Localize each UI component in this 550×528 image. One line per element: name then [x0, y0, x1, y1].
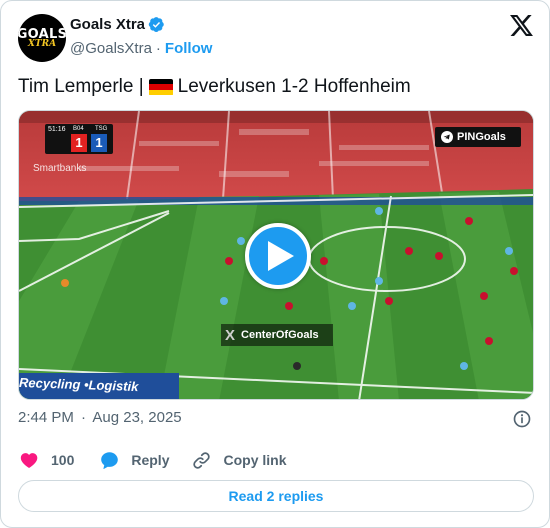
like-count: 100	[51, 452, 75, 468]
home-team-abbr: B04	[73, 126, 84, 132]
tweet-card: GOALS XTRA Goals Xtra @GoalsXtra · Follo…	[0, 0, 550, 528]
action-bar: 100 Reply Copy link	[18, 447, 287, 473]
avatar-logo-subtext: XTRA	[27, 38, 57, 49]
scoreboard: 51:16 B04 TSG 1 1	[45, 124, 113, 154]
like-button[interactable]: 100	[19, 450, 74, 471]
video-thumbnail[interactable]: 51:16 B04 TSG 1 1 Smartbanks PINGoals X …	[18, 110, 534, 400]
reply-label: Reply	[131, 452, 170, 468]
author-handle-row: @GoalsXtra · Follow	[70, 40, 212, 57]
copy-link-button[interactable]: Copy link	[191, 450, 287, 471]
watermark-x-icon: X	[225, 326, 236, 344]
match-clock: 51:16	[48, 126, 66, 133]
post-date: Aug 23, 2025	[92, 409, 182, 426]
timestamp-separator: ·	[81, 409, 87, 426]
tweet-text-part-2: Leverkusen 1-2 Hoffenheim	[177, 76, 411, 97]
handle-separator: ·	[155, 40, 161, 57]
reply-bubble-icon	[101, 451, 119, 469]
info-icon[interactable]	[512, 409, 532, 429]
away-score: 1	[91, 134, 107, 152]
heart-icon	[20, 452, 38, 468]
follow-button[interactable]: Follow	[165, 40, 213, 57]
tweet-text: Tim Lemperle | Leverkusen 1-2 Hoffenheim	[18, 75, 411, 99]
telegram-icon	[441, 131, 453, 143]
copy-link-label: Copy link	[223, 452, 287, 468]
channel-badge: PINGoals	[435, 127, 521, 147]
author-handle[interactable]: @GoalsXtra	[70, 40, 152, 57]
post-time: 2:44 PM	[18, 409, 74, 426]
play-icon	[267, 241, 294, 271]
verified-badge-icon	[148, 17, 164, 32]
x-logo-icon[interactable]	[510, 15, 533, 36]
sponsor-overlay: Smartbanks	[33, 163, 87, 174]
home-score: 1	[71, 134, 87, 152]
channel-badge-text: PINGoals	[457, 131, 506, 143]
tweet-text-part-1: Tim Lemperle |	[18, 76, 144, 97]
watermark: X CenterOfGoals	[221, 324, 333, 346]
reply-button[interactable]: Reply	[99, 450, 169, 471]
timestamp[interactable]: 2:44 PM · Aug 23, 2025	[18, 409, 182, 426]
author-avatar[interactable]: GOALS XTRA	[18, 14, 66, 62]
link-icon	[193, 451, 211, 469]
away-team-abbr: TSG	[95, 126, 108, 132]
author-name[interactable]: Goals Xtra	[70, 16, 145, 33]
author-name-row: Goals Xtra	[70, 16, 165, 33]
read-replies-button[interactable]: Read 2 replies	[18, 480, 534, 512]
play-button[interactable]	[245, 223, 311, 289]
germany-flag-icon	[148, 78, 173, 96]
watermark-text: CenterOfGoals	[241, 329, 319, 341]
read-replies-label: Read 2 replies	[228, 488, 324, 504]
